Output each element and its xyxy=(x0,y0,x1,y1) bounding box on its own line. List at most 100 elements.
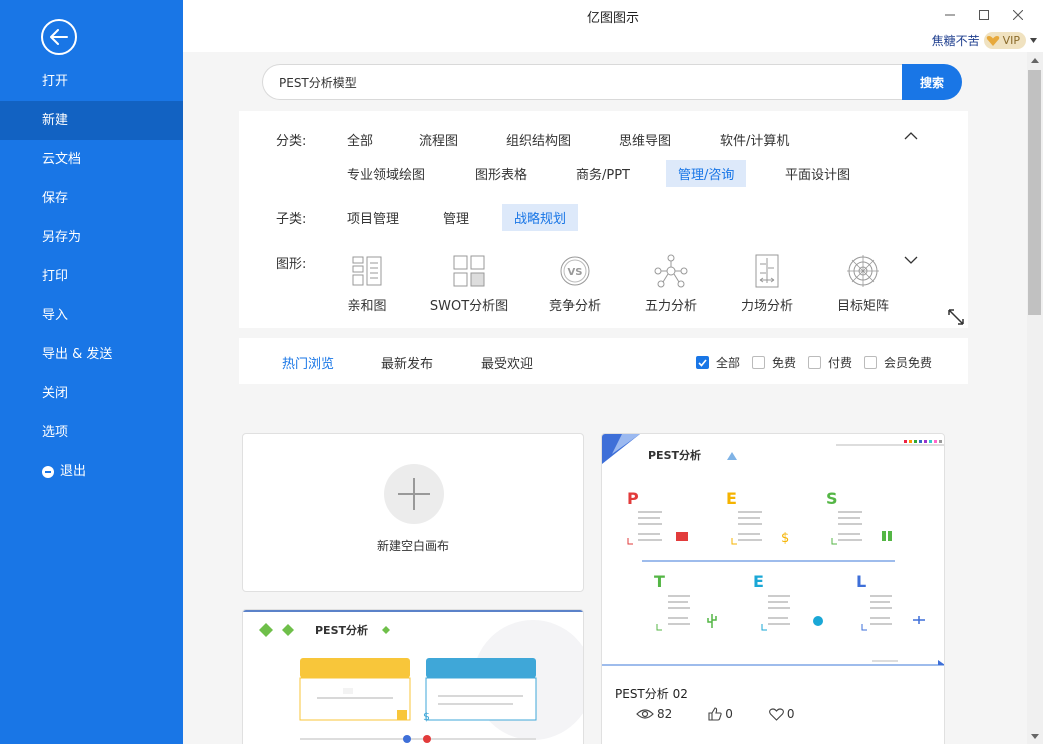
sidebar-item-label: 退出 xyxy=(60,464,87,479)
svg-text:E: E xyxy=(753,572,764,591)
category-professional[interactable]: 专业领域绘图 xyxy=(335,160,437,187)
back-button[interactable] xyxy=(41,19,77,55)
sidebar-menu: 打开 新建 云文档 保存 另存为 打印 导入 导出 & 发送 关闭 选项 退出 xyxy=(0,62,183,491)
search-button[interactable]: 搜索 xyxy=(902,64,962,100)
close-button[interactable] xyxy=(1001,4,1035,26)
user-name[interactable]: 焦糖不苦 xyxy=(932,32,980,49)
category-software[interactable]: 软件/计算机 xyxy=(708,126,801,153)
category-graphic-table[interactable]: 图形表格 xyxy=(463,160,539,187)
scroll-up-arrow[interactable] xyxy=(1031,58,1039,63)
versus-icon: VS xyxy=(560,256,590,286)
search-bar: 搜索 xyxy=(262,64,962,100)
vip-badge[interactable]: VIP xyxy=(983,32,1026,49)
eye-icon xyxy=(636,709,654,719)
shape-target-matrix[interactable]: 目标矩阵 xyxy=(818,253,908,314)
shape-force-field[interactable]: 力场分析 xyxy=(722,253,812,314)
favorites-stat[interactable]: 0 xyxy=(768,707,795,721)
category-mind-map[interactable]: 思维导图 xyxy=(607,126,683,153)
category-org-chart[interactable]: 组织结构图 xyxy=(494,126,583,153)
checkbox-paid[interactable] xyxy=(807,356,821,369)
sidebar-item-exit[interactable]: 退出 xyxy=(0,452,183,491)
scroll-down-arrow[interactable] xyxy=(1031,734,1039,739)
template-card[interactable]: PEST分析 $ xyxy=(242,609,584,744)
sidebar-item-cloud-docs[interactable]: 云文档 xyxy=(0,140,183,179)
scroll-thumb[interactable] xyxy=(1028,70,1041,315)
template-card[interactable]: PEST分析 P E S $ T E L PEST分析 02 82 0 0 xyxy=(601,433,945,744)
price-filter: 全部 免费 付费 会员免费 xyxy=(684,354,932,371)
vertical-scrollbar[interactable] xyxy=(1027,52,1043,744)
likes-stat[interactable]: 0 xyxy=(708,707,733,721)
sidebar-item-new[interactable]: 新建 xyxy=(0,101,183,140)
subcategory-management[interactable]: 管理 xyxy=(431,204,481,231)
views-count: 82 xyxy=(657,707,673,721)
vip-heart-icon xyxy=(986,35,999,46)
svg-text:VS: VS xyxy=(568,267,583,278)
filter-panel: 分类: 全部 流程图 组织结构图 思维导图 软件/计算机 专业领域绘图 图形表格… xyxy=(239,111,968,328)
chevron-down-icon[interactable] xyxy=(1030,38,1037,43)
category-flowchart[interactable]: 流程图 xyxy=(407,126,470,153)
heart-icon[interactable] xyxy=(768,707,784,721)
expand-icon[interactable] xyxy=(946,307,966,327)
plus-icon[interactable] xyxy=(384,464,444,524)
swot-grid-icon xyxy=(453,255,485,287)
exit-icon xyxy=(42,465,54,478)
checkbox-free[interactable] xyxy=(751,356,765,369)
close-icon xyxy=(1013,10,1023,20)
template-stats: 82 0 0 xyxy=(636,707,831,721)
sort-bar: 热门浏览 最新发布 最受欢迎 全部 免费 付费 会员免费 xyxy=(239,338,968,384)
shape-competition[interactable]: VS 竞争分析 xyxy=(530,253,620,314)
sidebar-item-export-send[interactable]: 导出 & 发送 xyxy=(0,335,183,374)
sidebar-item-close[interactable]: 关闭 xyxy=(0,374,183,413)
template-preview[interactable]: PEST分析 P E S $ T E L xyxy=(602,434,945,669)
filter-free[interactable]: 免费 xyxy=(751,354,796,371)
preview-title: PEST分析 xyxy=(648,448,701,462)
preview-title: PEST分析 xyxy=(315,623,368,637)
sidebar-item-label: 导入 xyxy=(42,308,69,323)
tab-popular[interactable]: 最受欢迎 xyxy=(481,353,533,372)
tab-hot[interactable]: 热门浏览 xyxy=(282,353,334,372)
search-input[interactable] xyxy=(262,64,902,100)
checkbox-all[interactable] xyxy=(695,356,709,369)
subcategory-label: 子类: xyxy=(276,212,307,227)
maximize-icon xyxy=(979,10,989,20)
checkbox-member-free[interactable] xyxy=(863,356,877,369)
shape-label-text: 竞争分析 xyxy=(548,299,601,314)
minimize-button[interactable] xyxy=(933,4,967,26)
category-all[interactable]: 全部 xyxy=(335,126,385,153)
subcategory-strategy[interactable]: 战略规划 xyxy=(502,204,579,231)
checkbox-label: 免费 xyxy=(771,356,796,370)
sidebar-item-print[interactable]: 打印 xyxy=(0,257,183,296)
svg-text:T: T xyxy=(654,572,665,591)
template-name[interactable]: PEST分析 02 xyxy=(615,685,688,702)
template-preview[interactable]: PEST分析 $ xyxy=(243,610,584,744)
five-forces-icon xyxy=(654,254,688,288)
tab-latest[interactable]: 最新发布 xyxy=(381,353,433,372)
category-management[interactable]: 管理/咨询 xyxy=(666,160,747,187)
shape-affinity[interactable]: 亲和图 xyxy=(322,253,412,314)
filter-all[interactable]: 全部 xyxy=(695,354,740,371)
sidebar-item-save[interactable]: 保存 xyxy=(0,179,183,218)
shape-five-forces[interactable]: 五力分析 xyxy=(626,253,716,314)
sidebar-item-label: 保存 xyxy=(42,191,69,206)
chevron-up-icon[interactable] xyxy=(904,129,918,143)
sidebar: 打开 新建 云文档 保存 另存为 打印 导入 导出 & 发送 关闭 选项 退出 xyxy=(0,0,183,744)
shape-label-text: 亲和图 xyxy=(347,299,387,314)
sidebar-item-save-as[interactable]: 另存为 xyxy=(0,218,183,257)
thumbs-up-icon[interactable] xyxy=(708,707,722,721)
sidebar-item-label: 打开 xyxy=(42,74,69,89)
sidebar-item-open[interactable]: 打开 xyxy=(0,62,183,101)
category-business-ppt[interactable]: 商务/PPT xyxy=(564,160,642,187)
filter-member-free[interactable]: 会员免费 xyxy=(863,354,932,371)
maximize-button[interactable] xyxy=(967,4,1001,26)
user-bar[interactable]: 焦糖不苦 VIP xyxy=(932,32,1037,49)
shape-swot[interactable]: SWOT分析图 xyxy=(424,253,514,314)
sidebar-item-import[interactable]: 导入 xyxy=(0,296,183,335)
shape-label: 图形: xyxy=(276,257,307,272)
svg-text:P: P xyxy=(627,489,639,508)
filter-paid[interactable]: 付费 xyxy=(807,354,852,371)
sidebar-item-options[interactable]: 选项 xyxy=(0,413,183,452)
new-blank-canvas-card[interactable]: 新建空白画布 xyxy=(242,433,584,592)
subcategory-project-mgmt[interactable]: 项目管理 xyxy=(335,204,411,231)
sidebar-item-label: 新建 xyxy=(42,113,69,128)
category-graphic-design[interactable]: 平面设计图 xyxy=(773,160,862,187)
